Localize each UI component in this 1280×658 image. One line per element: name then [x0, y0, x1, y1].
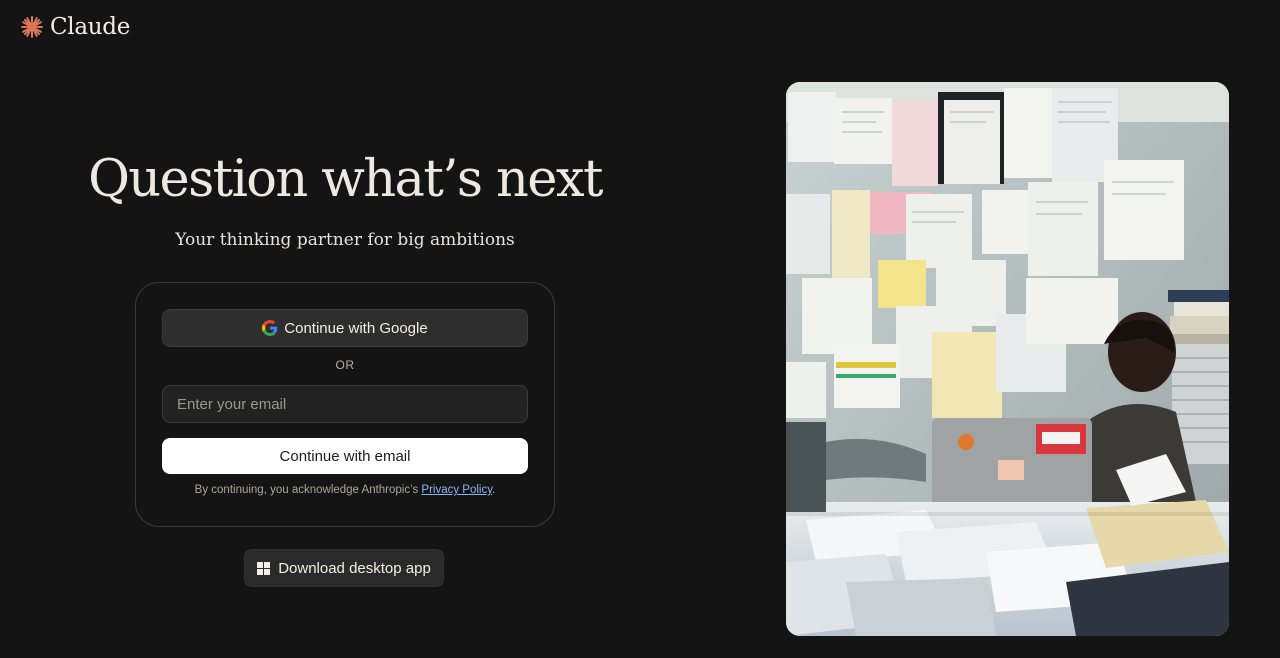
hero-photo-illustration [786, 82, 1229, 636]
hero-subtitle: Your thinking partner for big ambitions [175, 230, 515, 250]
download-button-label: Download desktop app [278, 559, 431, 577]
privacy-policy-link[interactable]: Privacy Policy [421, 484, 492, 496]
hero-photo [786, 82, 1229, 636]
download-desktop-app-button[interactable]: Download desktop app [244, 549, 444, 587]
brand-name: Claude [50, 14, 131, 40]
hero-title: Question what’s next [88, 150, 603, 209]
email-field[interactable] [162, 385, 528, 423]
legal-suffix: . [492, 484, 496, 496]
brand-logo[interactable]: Claude [20, 14, 130, 40]
claude-spark-icon [21, 16, 43, 38]
login-card: Continue with Google OR Continue with em… [135, 282, 555, 527]
or-divider: OR [335, 358, 355, 372]
windows-icon [257, 561, 271, 575]
continue-with-email-button[interactable]: Continue with email [162, 438, 528, 474]
google-g-icon [262, 320, 278, 336]
google-button-label: Continue with Google [284, 319, 428, 337]
continue-with-google-button[interactable]: Continue with Google [162, 309, 528, 347]
legal-text: By continuing, you acknowledge Anthropic… [194, 484, 422, 496]
legal-notice: By continuing, you acknowledge Anthropic… [136, 484, 554, 496]
